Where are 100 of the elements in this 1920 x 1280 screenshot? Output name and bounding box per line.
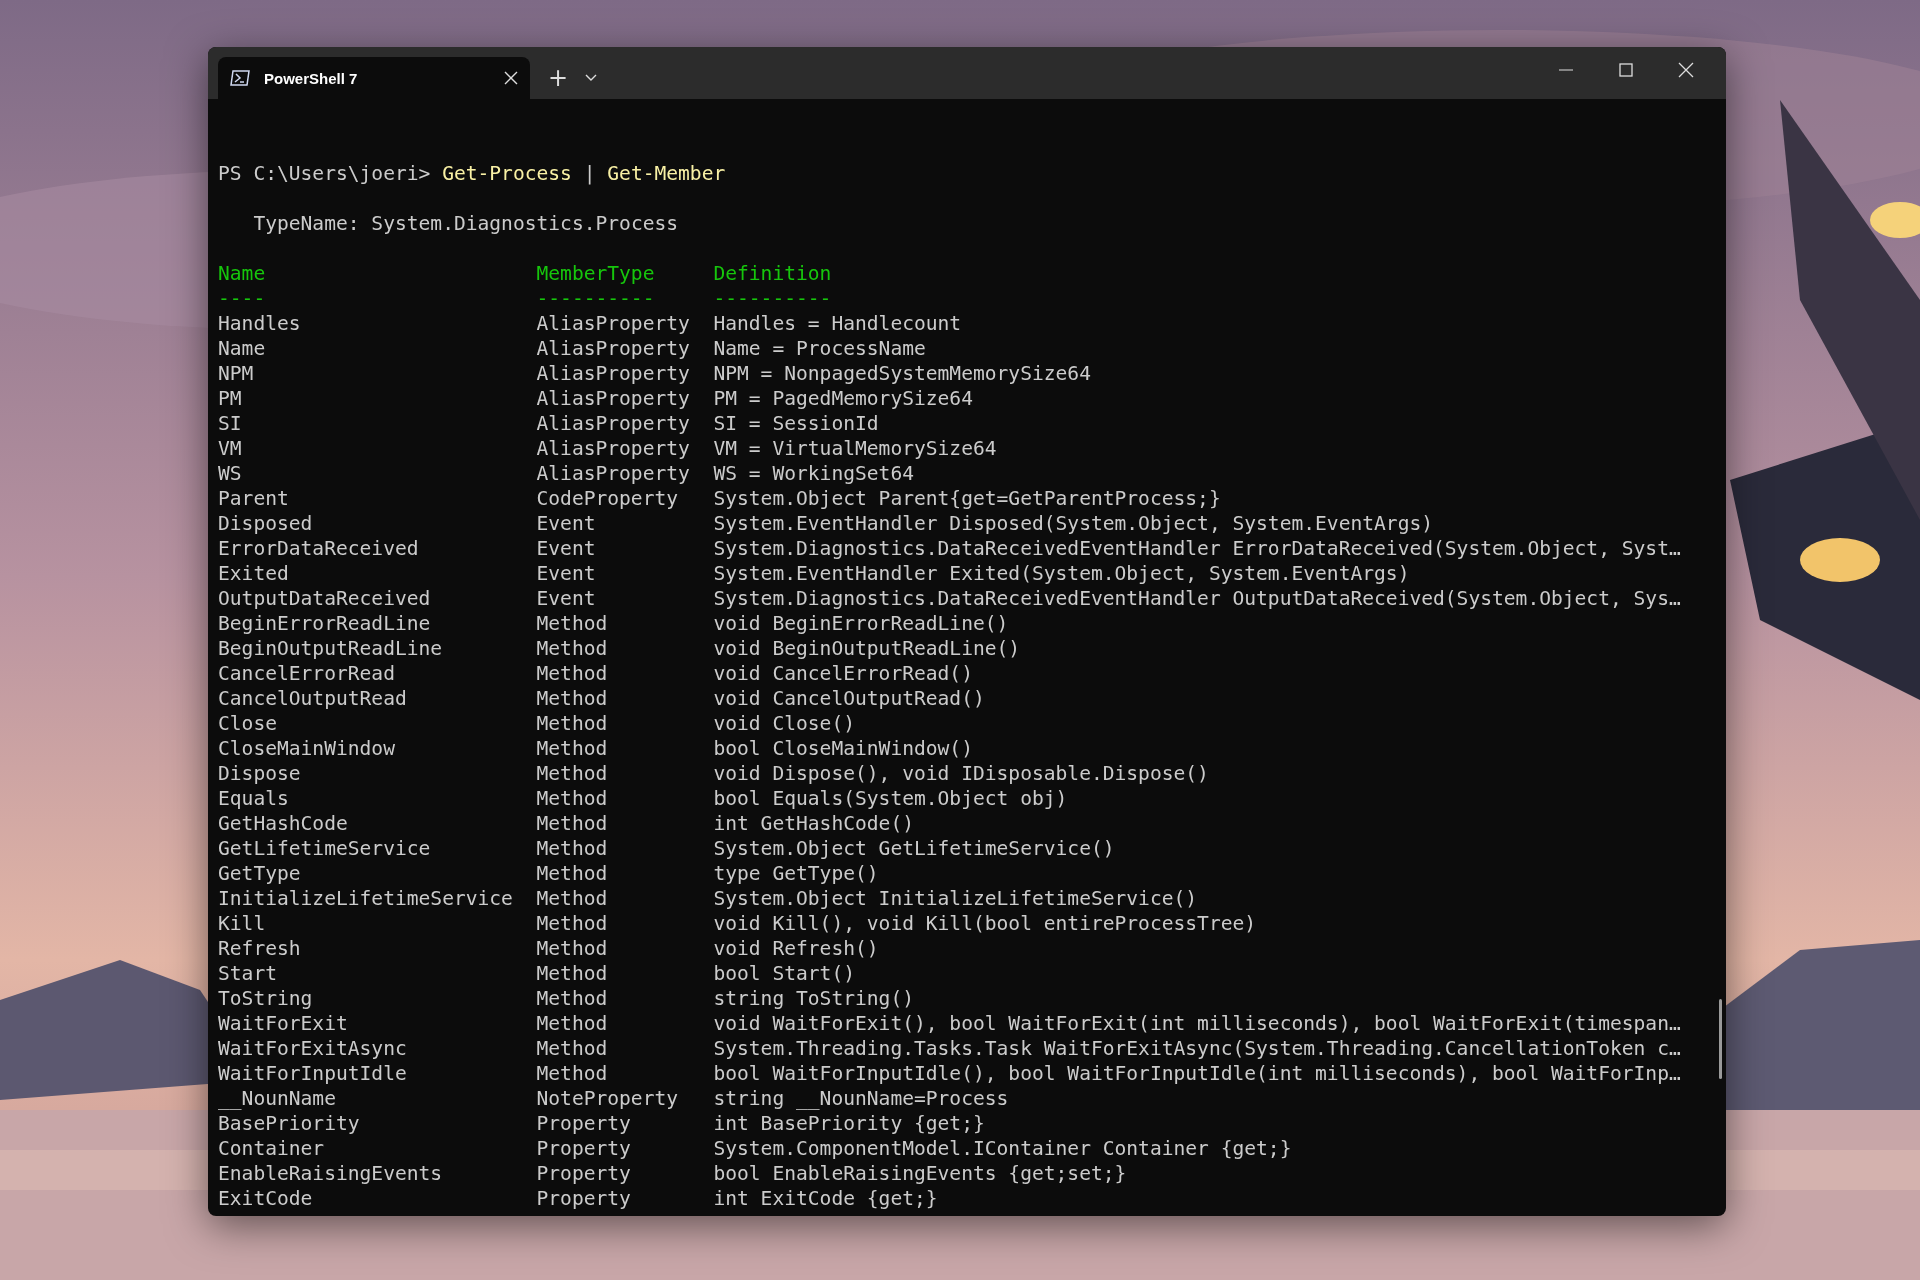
- header-underline: ----------: [536, 287, 655, 310]
- prompt-text: PS C:\Users\joeri>: [218, 161, 431, 186]
- powershell-icon: [230, 70, 250, 86]
- member-type: Method: [536, 887, 608, 910]
- member-definition: int ExitCode {get;}: [713, 1187, 938, 1210]
- member-name: BeginOutputReadLine: [218, 637, 443, 660]
- member-name: Start: [218, 962, 277, 985]
- command-name: Get-Process: [442, 161, 572, 186]
- member-definition: void Kill(), void Kill(bool entireProcessTree): [713, 912, 1257, 935]
- minimize-icon: [1559, 69, 1573, 71]
- column-header: Definition: [713, 262, 832, 285]
- member-type: Event: [536, 587, 596, 610]
- member-definition: VM = VirtualMemorySize64: [713, 437, 997, 460]
- member-definition: int BasePriority {get;}: [713, 1112, 985, 1135]
- member-type: Method: [536, 812, 608, 835]
- close-icon: [1678, 62, 1694, 78]
- member-name: EnableRaisingEvents: [218, 1162, 443, 1185]
- member-name: GetHashCode: [218, 812, 348, 835]
- member-type: Event: [536, 537, 596, 560]
- member-definition: bool Start(): [713, 962, 855, 985]
- member-type: AliasProperty: [536, 312, 690, 335]
- member-type: Event: [536, 562, 596, 585]
- member-definition: System.Object InitializeLifetimeService(): [713, 887, 1198, 910]
- member-type: CodeProperty: [536, 487, 679, 510]
- header-underline: ----------: [713, 287, 832, 310]
- member-type: Method: [536, 612, 608, 635]
- member-name: ToString: [218, 987, 313, 1010]
- scrollbar-thumb[interactable]: [1719, 999, 1722, 1079]
- member-type: AliasProperty: [536, 462, 690, 485]
- member-definition: System.Threading.Tasks.Task WaitForExitAsync(System.Threading.CancellationToken c…: [713, 1037, 1681, 1060]
- member-name: Equals: [218, 787, 289, 810]
- member-definition: void Close(): [713, 712, 855, 735]
- member-name: WaitForExit: [218, 1012, 348, 1035]
- member-type: Method: [536, 662, 608, 685]
- close-tab-button[interactable]: [504, 71, 518, 85]
- type-name-line: TypeName: System.Diagnostics.Process: [253, 211, 679, 236]
- member-definition: SI = SessionId: [713, 412, 879, 435]
- member-type: Method: [536, 862, 608, 885]
- member-name: WaitForInputIdle: [218, 1062, 407, 1085]
- member-name: CloseMainWindow: [218, 737, 395, 760]
- member-definition: void CancelErrorRead(): [713, 662, 973, 685]
- member-type: Method: [536, 1012, 608, 1035]
- member-type: AliasProperty: [536, 437, 690, 460]
- member-type: Method: [536, 1062, 608, 1085]
- close-icon: [504, 71, 518, 85]
- member-type: AliasProperty: [536, 337, 690, 360]
- member-name: CancelErrorRead: [218, 662, 395, 685]
- member-type: Method: [536, 962, 608, 985]
- member-definition: string __NounName=Process: [713, 1087, 1009, 1110]
- member-name: Parent: [218, 487, 289, 510]
- member-name: NPM: [218, 362, 254, 385]
- terminal-tab[interactable]: PowerShell 7: [218, 57, 530, 99]
- pipe-operator: |: [583, 161, 596, 186]
- member-name: GetLifetimeService: [218, 837, 431, 860]
- member-definition: bool CloseMainWindow(): [713, 737, 973, 760]
- member-definition: bool Equals(System.Object obj): [713, 787, 1068, 810]
- member-type: Method: [536, 737, 608, 760]
- header-underline: ----: [218, 287, 266, 310]
- member-name: CancelOutputRead: [218, 687, 407, 710]
- member-type: Method: [536, 1037, 608, 1060]
- member-definition: void BeginOutputReadLine(): [713, 637, 1021, 660]
- member-definition: type GetType(): [713, 862, 879, 885]
- member-definition: System.Diagnostics.DataReceivedEventHandler ErrorDataReceived(System.Object, Syst…: [713, 537, 1681, 560]
- member-name: Handles: [218, 312, 301, 335]
- member-name: VM: [218, 437, 242, 460]
- member-name: OutputDataReceived: [218, 587, 431, 610]
- member-type: Method: [536, 787, 608, 810]
- chevron-down-icon: [585, 74, 598, 82]
- member-type: AliasProperty: [536, 387, 690, 410]
- member-name: ExitCode: [218, 1187, 313, 1210]
- tab-title: PowerShell 7: [264, 69, 359, 87]
- member-definition: void Refresh(): [713, 937, 879, 960]
- member-type: Method: [536, 912, 608, 935]
- member-name: BasePriority: [218, 1112, 360, 1135]
- member-type: Method: [536, 837, 608, 860]
- member-name: InitializeLifetimeService: [218, 887, 513, 910]
- member-definition: NPM = NonpagedSystemMemorySize64: [713, 362, 1091, 385]
- member-definition: void WaitForExit(), bool WaitForExit(int milliseconds), bool WaitForExit(timespan…: [713, 1012, 1681, 1035]
- member-definition: System.ComponentModel.IContainer Container {get;}: [713, 1137, 1292, 1160]
- member-type: Method: [536, 937, 608, 960]
- member-type: Property: [536, 1137, 631, 1160]
- member-type: AliasProperty: [536, 362, 690, 385]
- maximize-icon: [1619, 63, 1633, 77]
- member-name: Refresh: [218, 937, 301, 960]
- member-definition: int GetHashCode(): [713, 812, 914, 835]
- command-name: Get-Member: [607, 161, 726, 186]
- member-definition: bool WaitForInputIdle(), bool WaitForInputIdle(int milliseconds), bool WaitForInp…: [713, 1062, 1681, 1085]
- member-name: WS: [218, 462, 242, 485]
- member-definition: Name = ProcessName: [713, 337, 926, 360]
- member-type: Method: [536, 987, 608, 1010]
- member-name: Dispose: [218, 762, 301, 785]
- new-tab-button[interactable]: +: [540, 57, 577, 99]
- member-type: Property: [536, 1162, 631, 1185]
- member-name: SI: [218, 412, 242, 435]
- member-type: Method: [536, 762, 608, 785]
- member-name: Container: [218, 1137, 325, 1160]
- member-definition: System.Diagnostics.DataReceivedEventHandler OutputDataReceived(System.Object, Sys…: [713, 587, 1681, 610]
- member-definition: System.Object Parent{get=GetParentProcess;}: [713, 487, 1221, 510]
- member-name: PM: [218, 387, 242, 410]
- member-type: Property: [536, 1187, 631, 1210]
